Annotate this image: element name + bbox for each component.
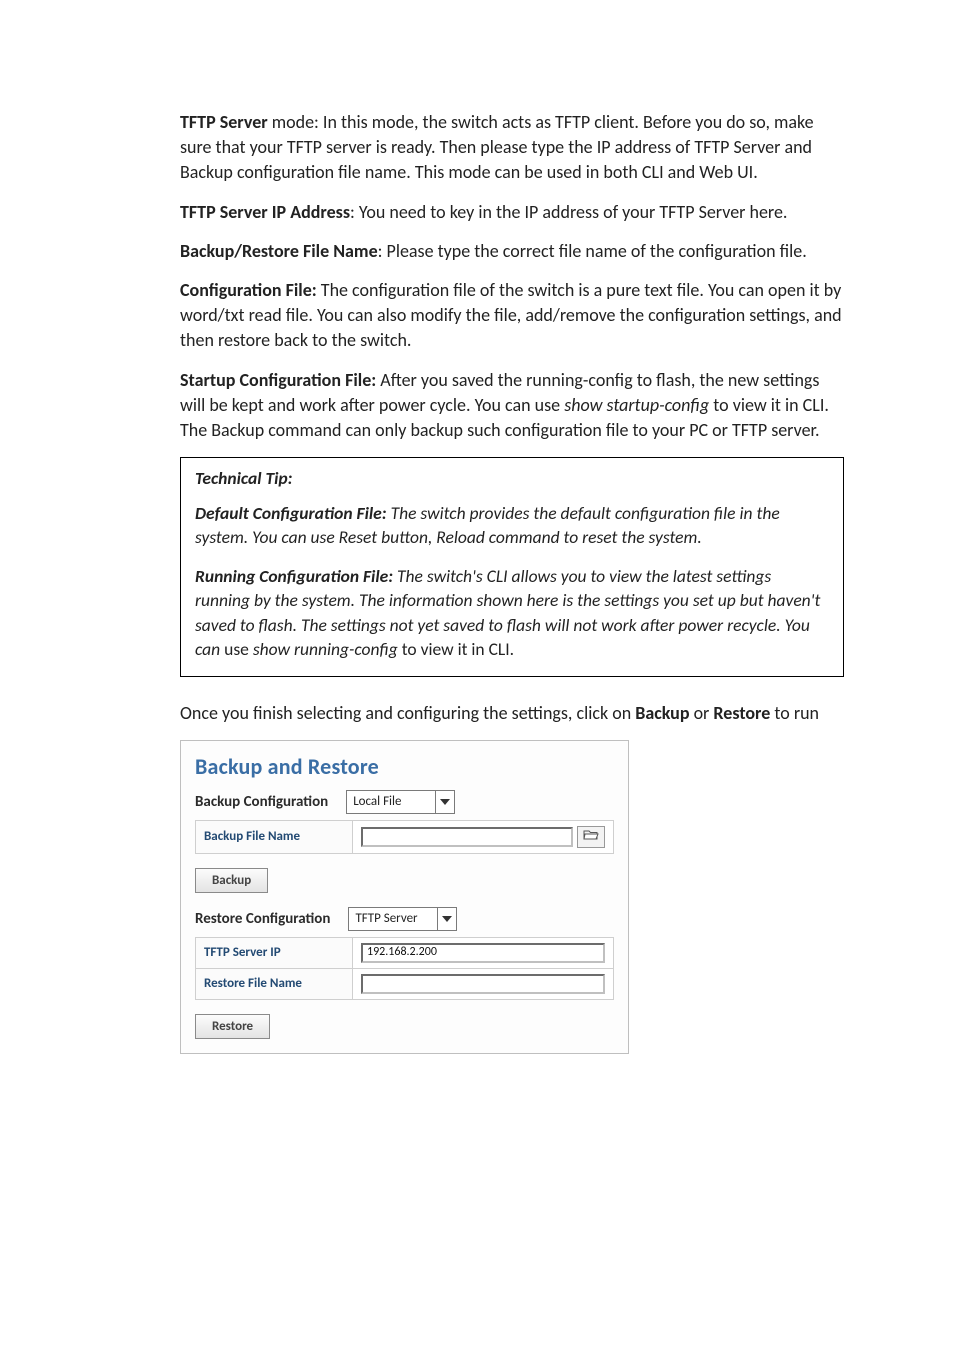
italic-text: show startup-config	[564, 394, 709, 416]
para-text: mode: In this mode, the switch acts as T…	[180, 111, 814, 183]
backup-config-header: Backup Configuration Local File	[195, 790, 614, 814]
lead-bold: TFTP Server IP Address	[180, 201, 350, 223]
para-tftp-ip: TFTP Server IP Address: You need to key …	[180, 200, 844, 225]
backup-button-label: Backup	[212, 873, 251, 888]
restore-button[interactable]: Restore	[195, 1014, 270, 1039]
restore-config-header: Restore Configuration TFTP Server	[195, 907, 614, 931]
backup-config-title: Backup Configuration	[195, 793, 328, 811]
outro-mid: or	[690, 702, 714, 724]
para-text: : Please type the correct file name of t…	[378, 240, 807, 262]
lead-bold: Configuration File:	[180, 279, 317, 301]
lead-bold-italic: Default Configuration File:	[195, 502, 387, 524]
backup-button[interactable]: Backup	[195, 868, 268, 893]
tftp-server-ip-cell: 192.168.2.200	[353, 937, 614, 968]
technical-tip-box: Technical Tip: Default Configuration Fil…	[180, 457, 844, 677]
panel-title: Backup and Restore	[195, 753, 614, 780]
restore-file-name-cell	[353, 968, 614, 999]
backup-fields-table: Backup File Name	[195, 820, 614, 854]
table-row: Restore File Name	[196, 968, 614, 999]
outro-pre: Once you finish selecting and configurin…	[180, 702, 635, 724]
restore-fields-table: TFTP Server IP 192.168.2.200 Restore Fil…	[195, 937, 614, 1000]
para-text: : You need to key in the IP address of y…	[350, 201, 787, 223]
backup-mode-value: Local File	[347, 791, 435, 813]
tftp-server-ip-label: TFTP Server IP	[196, 937, 353, 968]
outro-para: Once you finish selecting and configurin…	[180, 701, 844, 726]
outro-post: to run	[770, 702, 819, 724]
tip-running-config: Running Configuration File: The switch's…	[195, 564, 829, 662]
table-row: Backup File Name	[196, 820, 614, 853]
outro-backup-bold: Backup	[635, 702, 689, 724]
lead-bold: Backup/Restore File Name	[180, 240, 378, 262]
dropdown-arrow-icon	[435, 791, 454, 813]
para-backup-restore-name: Backup/Restore File Name: Please type th…	[180, 239, 844, 264]
backup-mode-select[interactable]: Local File	[346, 790, 455, 814]
tip-default-config: Default Configuration File: The switch p…	[195, 501, 829, 550]
para-tftp-server: TFTP Server mode: In this mode, the swit…	[180, 110, 844, 186]
folder-open-icon	[583, 829, 599, 845]
plain-text: to view it in CLI.	[398, 638, 514, 660]
para-startup-config: Startup Configuration File: After you sa…	[180, 368, 844, 444]
restore-file-name-label: Restore File Name	[196, 968, 353, 999]
browse-button[interactable]	[577, 826, 605, 848]
restore-file-name-input[interactable]	[361, 974, 605, 994]
dropdown-arrow-icon	[437, 908, 456, 930]
restore-config-title: Restore Configuration	[195, 910, 330, 928]
restore-mode-value: TFTP Server	[349, 908, 437, 930]
backup-restore-panel: Backup and Restore Backup Configuration …	[180, 740, 629, 1054]
para-config-file: Configuration File: The configuration fi…	[180, 278, 844, 354]
tip-title-text: Technical Tip:	[195, 467, 293, 489]
backup-file-name-cell	[353, 820, 614, 853]
plain-text: use	[224, 638, 253, 660]
backup-file-name-label: Backup File Name	[196, 820, 353, 853]
restore-mode-select[interactable]: TFTP Server	[348, 907, 457, 931]
tip-title: Technical Tip:	[195, 466, 829, 491]
lead-bold-italic: Running Configuration File:	[195, 565, 393, 587]
table-row: TFTP Server IP 192.168.2.200	[196, 937, 614, 968]
lead-bold: TFTP Server	[180, 111, 268, 133]
tftp-server-ip-input[interactable]: 192.168.2.200	[361, 943, 605, 963]
backup-file-name-input[interactable]	[361, 827, 573, 847]
lead-bold: Startup Configuration File:	[180, 369, 376, 391]
outro-restore-bold: Restore	[713, 702, 770, 724]
restore-button-label: Restore	[212, 1019, 253, 1034]
italic-text: show running-config	[253, 638, 398, 660]
